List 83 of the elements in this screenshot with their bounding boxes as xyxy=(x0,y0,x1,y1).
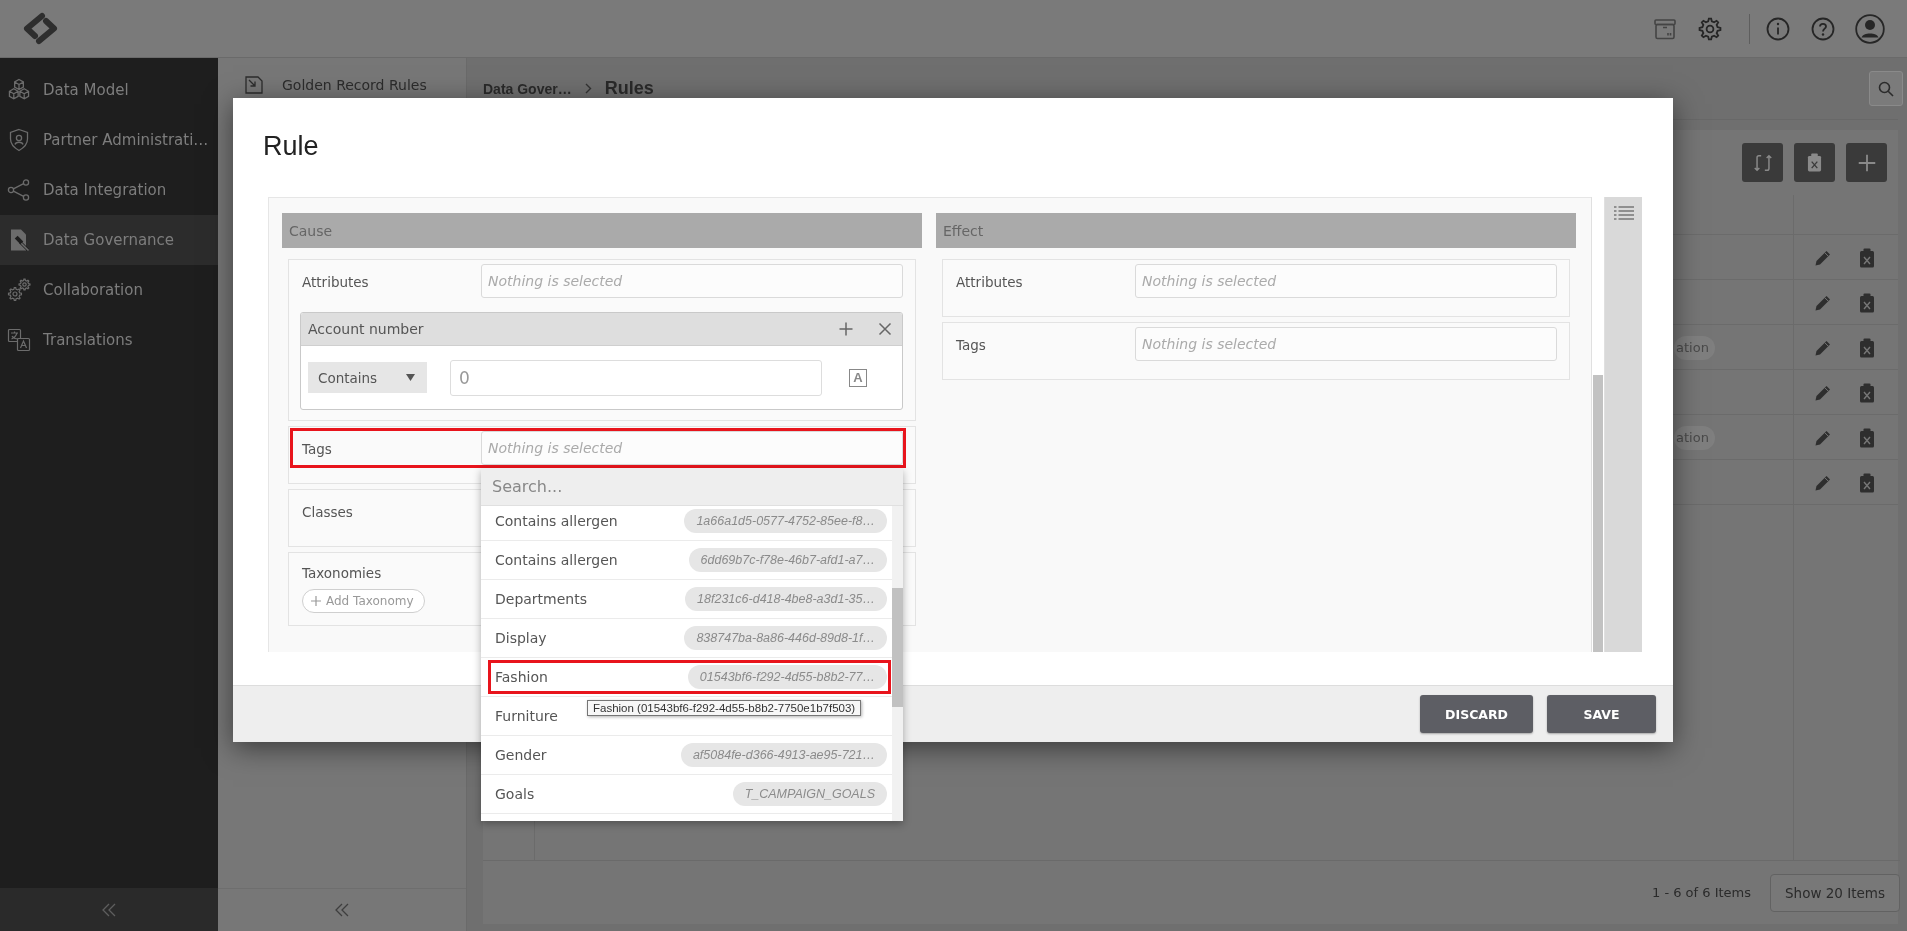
select-field[interactable]: Nothing is selected xyxy=(481,264,903,298)
add-taxonomy-button[interactable]: Add Taxonomy xyxy=(302,589,425,613)
scrollbar-thumb[interactable] xyxy=(892,588,903,707)
sidebar-item[interactable]: Data Integration xyxy=(0,165,218,215)
package-icon[interactable] xyxy=(1653,16,1677,41)
field-label: Attributes xyxy=(302,273,369,290)
delete-icon[interactable] xyxy=(1859,292,1875,313)
settings-icon[interactable] xyxy=(1698,16,1722,41)
dropdown-option[interactable]: Gender af5084fe-d366-4913-ae95-721… xyxy=(488,738,891,772)
add-button[interactable] xyxy=(1846,143,1887,182)
discard-button[interactable]: DISCARD xyxy=(1420,695,1533,733)
close-icon[interactable] xyxy=(878,322,892,336)
dropdown-option[interactable]: Furniture xyxy=(488,699,569,733)
breadcrumb-link[interactable]: Rules xyxy=(604,78,654,99)
id-tag: af5084fe-d366-4913-ae95-721… xyxy=(680,743,887,767)
field-label: Tags xyxy=(302,440,332,457)
page-size-button[interactable]: Show 20 Items xyxy=(1770,873,1900,912)
field-label: Attributes xyxy=(956,273,1023,290)
panel-item[interactable]: Golden Record Rules xyxy=(218,58,466,94)
select-field[interactable]: Nothing is selected xyxy=(1135,264,1557,298)
text-type-icon[interactable]: A xyxy=(849,368,867,387)
delete-icon[interactable] xyxy=(1859,382,1875,403)
field-label: Tags xyxy=(956,336,986,353)
scrollbar-track[interactable] xyxy=(1591,197,1605,652)
attribute-name: Account number xyxy=(308,321,424,337)
dropdown-option[interactable]: Fashion 01543bf6-f292-4d55-b8b2-77… xyxy=(488,660,891,694)
delete-icon[interactable] xyxy=(1859,337,1875,358)
list-icon[interactable] xyxy=(1613,205,1634,221)
chevron-icon xyxy=(584,83,592,94)
search-button[interactable] xyxy=(1869,71,1903,106)
search-field[interactable]: Search... xyxy=(481,468,903,506)
delete-icon xyxy=(1807,153,1822,172)
delete-icon[interactable] xyxy=(1859,427,1875,448)
dropdown-option[interactable]: Display 838747ba-8a86-446d-89d8-1f… xyxy=(488,621,891,655)
caret-icon xyxy=(406,374,415,381)
translate-icon xyxy=(7,328,31,352)
document-icon xyxy=(245,76,265,94)
column-header: Cause xyxy=(282,213,922,248)
scrollbar-track[interactable] xyxy=(892,506,903,821)
sidebar-item[interactable]: Collaboration xyxy=(0,265,218,315)
user-icon[interactable] xyxy=(1855,13,1885,44)
dropdown-option[interactable]: Departments 18f231c6-d418-4be8-a3d1-35… xyxy=(488,582,891,616)
gears-icon xyxy=(7,278,31,302)
network-icon xyxy=(7,178,31,202)
sidebar-item[interactable]: Data Governance xyxy=(0,215,218,265)
save-button[interactable]: SAVE xyxy=(1547,695,1656,733)
dropdown-option[interactable]: Contains allergen 6dd69b7c-f78e-46b7-afd1-a7… xyxy=(488,543,891,577)
field-label: Classes xyxy=(302,503,353,520)
delete-button[interactable] xyxy=(1794,143,1835,182)
help-icon[interactable] xyxy=(1811,16,1835,41)
plus-icon xyxy=(311,596,321,606)
sidebar-item[interactable]: Translations xyxy=(0,315,218,365)
id-tag: 18f231c6-d418-4be8-a3d1-35… xyxy=(685,587,887,611)
delete-icon[interactable] xyxy=(1859,472,1875,493)
cubes-icon xyxy=(7,78,31,102)
collapse-icon[interactable] xyxy=(101,902,117,917)
search-icon xyxy=(1878,80,1894,97)
sidebar-item[interactable]: Partner Administrati… xyxy=(0,115,218,165)
tooltip: Fashion (01543bf6-f292-4d55-b8b2-7750e1b7f503) xyxy=(587,700,862,716)
dropdown-option[interactable]: Contains allergen 1a66a1d5-0577-4752-85ee-f8… xyxy=(488,506,891,538)
shield-icon xyxy=(7,128,31,152)
id-tag: 6dd69b7c-f78e-46b7-afd1-a7… xyxy=(688,548,887,572)
operator-select[interactable]: Contains xyxy=(308,362,427,393)
sidebar-item[interactable]: Data Model xyxy=(0,65,218,115)
add-icon[interactable] xyxy=(839,322,853,336)
value-field[interactable]: 0 xyxy=(450,359,822,396)
select-field[interactable]: Nothing is selected xyxy=(1135,327,1557,361)
column-header: Effect xyxy=(936,213,1576,248)
field-label: Taxonomies xyxy=(302,565,382,581)
pagination-summary: 1 - 6 of 6 Items xyxy=(1652,885,1752,900)
id-tag: T_CAMPAIGN_GOALS xyxy=(732,782,887,806)
dropdown-option[interactable]: Goals T_CAMPAIGN_GOALS xyxy=(488,777,891,811)
scrollbar-thumb[interactable] xyxy=(1593,375,1603,652)
id-tag: 01543bf6-f292-4d55-b8b2-77… xyxy=(687,665,887,689)
delete-icon[interactable] xyxy=(1859,247,1875,268)
breadcrumb-link[interactable]: Data Gover… xyxy=(483,80,572,97)
info-icon[interactable] xyxy=(1766,16,1790,41)
dialog-title: Rule xyxy=(263,131,319,161)
select-field[interactable]: Nothing is selected xyxy=(481,431,903,465)
collapse-icon[interactable] xyxy=(334,903,350,917)
refresh-button[interactable] xyxy=(1742,143,1783,182)
id-tag: 838747ba-8a86-446d-89d8-1f… xyxy=(684,626,887,650)
id-tag: 1a66a1d5-0577-4752-85ee-f8… xyxy=(684,509,887,533)
